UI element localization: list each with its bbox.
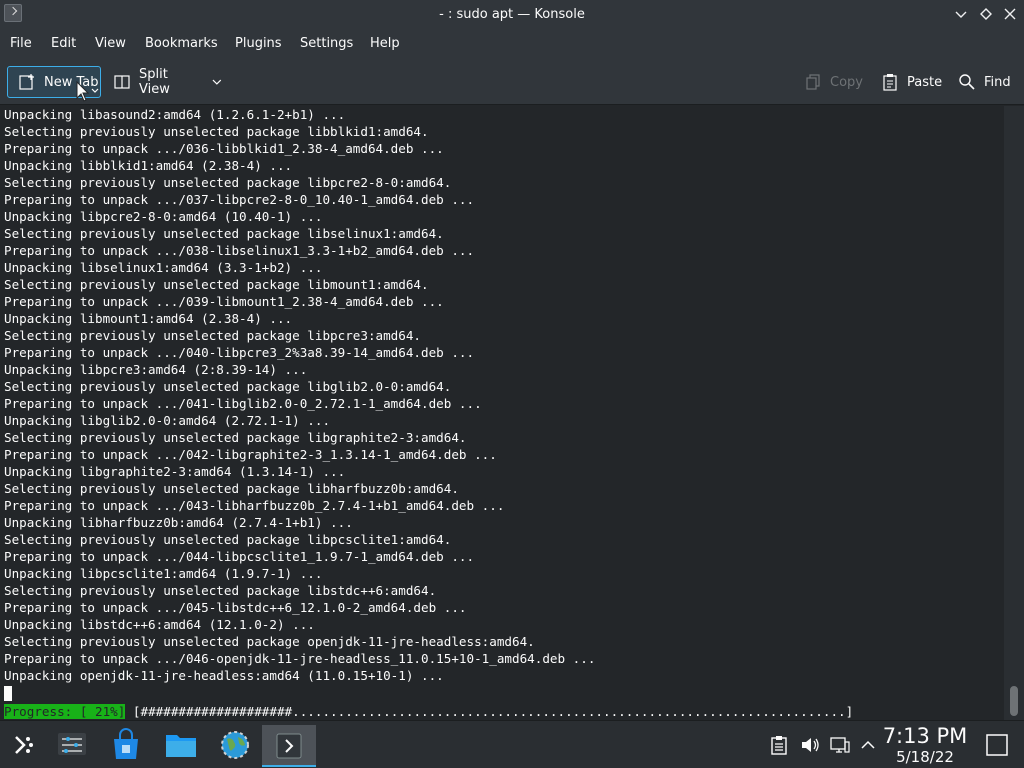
taskbar: 7:13 PM 5/18/22 [0, 720, 1024, 768]
chevron-down-icon [91, 88, 99, 93]
terminal-line: Unpacking libselinux1:amd64 (3.3-1+b2) .… [4, 260, 323, 275]
terminal-scrollbar[interactable] [1004, 106, 1024, 720]
main-toolbar: New Tab Split View Copy Paste Find [0, 59, 1024, 105]
close-icon[interactable] [1000, 4, 1020, 24]
terminal-line: Selecting previously unselected package … [4, 379, 452, 394]
clipboard-icon[interactable] [770, 735, 788, 755]
split-view-label: Split View [139, 67, 170, 97]
terminal-line: Unpacking libpcre3:amd64 (2:8.39-14) ... [4, 362, 308, 377]
maximize-icon[interactable] [976, 4, 996, 24]
search-icon [958, 73, 976, 91]
copy-label: Copy [830, 74, 863, 90]
network-icon[interactable] [830, 735, 850, 755]
terminal-line: Unpacking libpcsclite1:amd64 (1.9.7-1) .… [4, 566, 323, 581]
terminal-line: Selecting previously unselected package … [4, 124, 429, 139]
terminal-output: Unpacking libasound2:amd64 (1.2.6.1-2+b1… [4, 106, 595, 684]
terminal-line: Preparing to unpack .../041-libglib2.0-0… [4, 396, 482, 411]
minimize-icon[interactable] [951, 4, 971, 24]
terminal-line: Preparing to unpack .../040-libpcre3_2%3… [4, 345, 475, 360]
split-view-button[interactable]: Split View [113, 66, 223, 98]
terminal-line: Selecting previously unselected package … [4, 226, 444, 241]
terminal-line: Unpacking libgraphite2-3:amd64 (1.3.14-1… [4, 464, 346, 479]
terminal-line: Unpacking libstdc++6:amd64 (12.1.0-2) ..… [4, 617, 315, 632]
split-view-icon [113, 73, 131, 91]
terminal-line: Selecting previously unselected package … [4, 277, 429, 292]
terminal-line: Preparing to unpack .../036-libblkid1_2.… [4, 141, 444, 156]
mouse-pointer-icon [76, 81, 90, 102]
scrollbar-thumb[interactable] [1010, 686, 1018, 716]
terminal-line: Unpacking libharfbuzz0b:amd64 (2.7.4-1+b… [4, 515, 353, 530]
terminal-line: Selecting previously unselected package … [4, 583, 437, 598]
show-desktop-icon[interactable] [985, 733, 1009, 757]
window-titlebar: - : sudo apt — Konsole [0, 0, 1024, 29]
progress-line: Progress: [ 21%] [####################..… [4, 703, 853, 720]
menu-file[interactable]: File [10, 29, 32, 59]
terminal-line: Selecting previously unselected package … [4, 328, 422, 343]
menu-bookmarks[interactable]: Bookmarks [145, 29, 218, 59]
terminal-line: Preparing to unpack .../038-libselinux1_… [4, 243, 475, 258]
progress-label: Progress: [ 21%] [4, 704, 126, 719]
terminal-line: Preparing to unpack .../039-libmount1_2.… [4, 294, 444, 309]
find-label: Find [984, 74, 1011, 90]
file-manager-icon[interactable] [163, 727, 199, 763]
clock-time[interactable]: 7:13 PM [880, 724, 970, 748]
copy-icon [804, 73, 822, 91]
terminal-line: Preparing to unpack .../045-libstdc++6_1… [4, 600, 467, 615]
terminal-line: Preparing to unpack .../043-libharfbuzz0… [4, 498, 505, 513]
terminal-line: Unpacking libpcre2-8-0:amd64 (10.40-1) .… [4, 209, 323, 224]
terminal-line: Unpacking libmount1:amd64 (2.38-4) ... [4, 311, 293, 326]
paste-button[interactable]: Paste [881, 66, 943, 98]
konsole-task-button[interactable] [262, 725, 316, 767]
terminal-line: Selecting previously unselected package … [4, 175, 452, 190]
terminal-line: Unpacking libblkid1:amd64 (2.38-4) ... [4, 158, 293, 173]
terminal-line: Selecting previously unselected package … [4, 430, 467, 445]
web-browser-icon[interactable] [217, 727, 253, 763]
terminal-line: Preparing to unpack .../046-openjdk-11-j… [4, 651, 596, 666]
terminal-line: Selecting previously unselected package … [4, 532, 452, 547]
menu-edit[interactable]: Edit [51, 29, 76, 59]
terminal-line: Unpacking libglib2.0-0:amd64 (2.72.1-1) … [4, 413, 331, 428]
terminal-line: Selecting previously unselected package … [4, 481, 459, 496]
terminal-view[interactable]: Unpacking libasound2:amd64 (1.2.6.1-2+b1… [0, 106, 1004, 720]
menu-plugins[interactable]: Plugins [235, 29, 282, 59]
terminal-line: Preparing to unpack .../044-libpcsclite1… [4, 549, 475, 564]
terminal-line: Preparing to unpack .../037-libpcre2-8-0… [4, 192, 475, 207]
konsole-icon [276, 733, 302, 759]
menu-bar: File Edit View Bookmarks Plugins Setting… [0, 29, 1024, 59]
find-button[interactable]: Find [958, 66, 1016, 98]
menu-settings[interactable]: Settings [300, 29, 353, 59]
paste-label: Paste [907, 74, 943, 90]
paste-icon [881, 73, 899, 91]
discover-store-icon[interactable] [108, 727, 144, 763]
terminal-line: Unpacking openjdk-11-jre-headless:amd64 … [4, 668, 444, 683]
progress-bar: [####################...................… [125, 704, 854, 719]
new-tab-icon [18, 73, 36, 91]
clock-date[interactable]: 5/18/22 [880, 748, 970, 766]
terminal-line: Preparing to unpack .../042-libgraphite2… [4, 447, 497, 462]
expand-tray-icon[interactable] [858, 735, 878, 755]
copy-button[interactable]: Copy [804, 66, 864, 98]
application-launcher-icon[interactable] [4, 727, 40, 763]
terminal-cursor [4, 686, 12, 701]
chevron-down-icon [212, 79, 222, 85]
terminal-line: Selecting previously unselected package … [4, 634, 535, 649]
menu-help[interactable]: Help [370, 29, 400, 59]
terminal-line: Unpacking libasound2:amd64 (1.2.6.1-2+b1… [4, 107, 346, 122]
system-settings-icon[interactable] [54, 727, 90, 763]
menu-view[interactable]: View [95, 29, 126, 59]
window-title: - : sudo apt — Konsole [439, 7, 585, 22]
volume-icon[interactable] [800, 735, 820, 755]
